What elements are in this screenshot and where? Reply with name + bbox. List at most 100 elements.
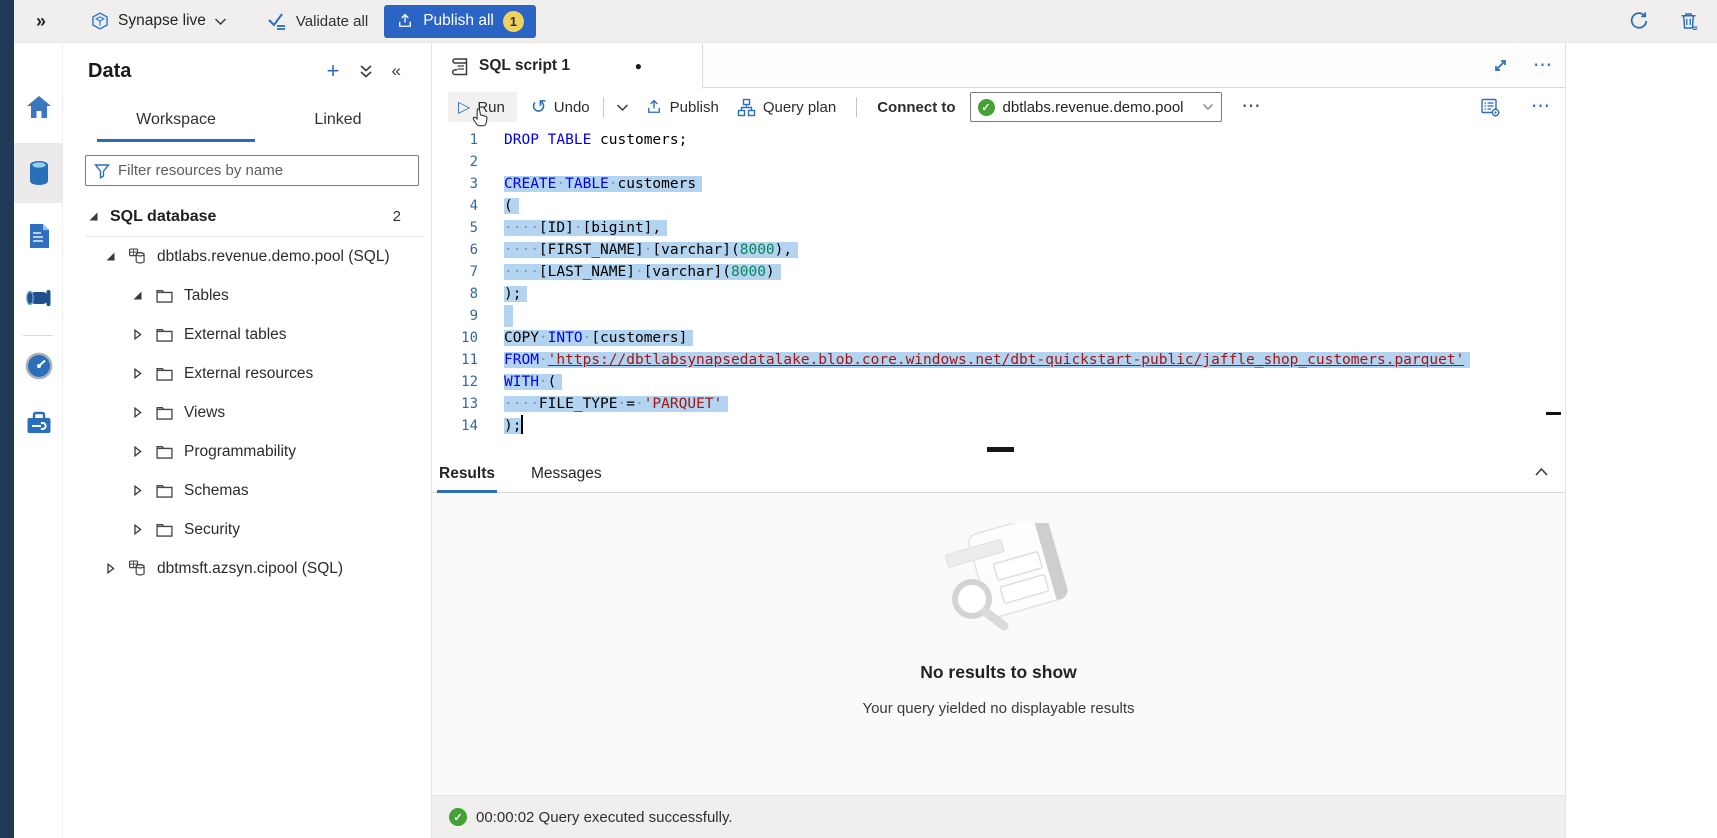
- tree-item-label: SQL database: [110, 208, 216, 226]
- code-line[interactable]: 10COPY·INTO·[customers]: [432, 327, 1565, 349]
- expander-open-icon[interactable]: [88, 211, 99, 222]
- tree-item-label: Programmability: [184, 443, 296, 461]
- expander-open-icon[interactable]: [132, 290, 143, 301]
- tree-item-dbtlabs-revenue-demo-pool-sql[interactable]: dbtlabs.revenue.demo.pool (SQL): [63, 237, 431, 276]
- pool-connected-check-icon: ✓: [978, 99, 995, 116]
- collapse-all-icon[interactable]: [359, 64, 373, 79]
- expander-closed-icon[interactable]: [132, 446, 143, 457]
- sidebar-item-monitor[interactable]: [14, 352, 63, 380]
- home-icon: [25, 94, 53, 120]
- filter-box: [85, 155, 419, 186]
- code-line[interactable]: 2: [432, 151, 1565, 173]
- synapse-live-icon: [90, 11, 110, 31]
- expander-closed-icon[interactable]: [132, 368, 143, 379]
- tab-messages[interactable]: Messages: [529, 456, 604, 493]
- topbar-right-icons: [1628, 10, 1699, 32]
- publish-all-button[interactable]: Publish all 1: [384, 5, 536, 38]
- expand-editor-icon[interactable]: [1492, 57, 1509, 74]
- tree-item-label: Views: [184, 404, 225, 422]
- validate-all-button[interactable]: Validate all: [267, 11, 368, 31]
- code-line[interactable]: 11FROM·'https://dbtlabsynapsedatalake.bl…: [432, 349, 1565, 371]
- toolbar-more-icon[interactable]: ⋯: [1242, 102, 1262, 112]
- tree-item-external-tables[interactable]: External tables: [63, 315, 431, 354]
- data-panel: Data + « Workspace Linked SQL database 2 d…: [63, 43, 432, 838]
- sidebar-item-home[interactable]: [14, 94, 63, 120]
- synapse-live-dropdown[interactable]: Synapse live: [90, 11, 227, 31]
- sidebar-item-integrate[interactable]: [14, 285, 63, 311]
- expander-closed-icon[interactable]: [132, 329, 143, 340]
- code-line[interactable]: 7····[LAST_NAME]·[varchar](8000): [432, 261, 1565, 283]
- validate-label: Validate all: [296, 13, 368, 30]
- tree-item-views[interactable]: Views: [63, 393, 431, 432]
- rail-divider: [23, 335, 53, 336]
- add-resource-icon[interactable]: +: [327, 62, 340, 80]
- code-line[interactable]: 4(: [432, 195, 1565, 217]
- filter-resources-input[interactable]: [118, 162, 410, 179]
- collapse-panel-icon[interactable]: «: [392, 61, 401, 81]
- line-number: 6: [432, 239, 478, 261]
- tree-item-dbtmsft-azsyn-cipool-sql[interactable]: dbtmsft.azsyn.cipool (SQL): [63, 549, 431, 588]
- panel-title: Data: [88, 60, 131, 83]
- tree-item-security[interactable]: Security: [63, 510, 431, 549]
- code-line[interactable]: 5····[ID]·[bigint],: [432, 217, 1565, 239]
- publish-button[interactable]: Publish: [645, 98, 719, 116]
- folder-icon: [154, 363, 175, 384]
- mode-label: Synapse live: [118, 12, 206, 30]
- code-line[interactable]: 8);: [432, 283, 1565, 305]
- sidebar-item-develop[interactable]: [14, 222, 63, 250]
- tree-item-programmability[interactable]: Programmability: [63, 432, 431, 471]
- resource-tree: SQL database 2 dbtlabs.revenue.demo.pool (…: [63, 197, 431, 588]
- tree-item-label: Tables: [184, 287, 229, 305]
- pool-name: dbtlabs.revenue.demo.pool: [1003, 99, 1194, 116]
- code-line[interactable]: 14);: [432, 415, 1565, 437]
- code-line[interactable]: 1DROP TABLE customers;: [432, 129, 1565, 151]
- discard-trash-icon[interactable]: [1678, 10, 1699, 32]
- tree-item-label: dbtmsft.azsyn.cipool (SQL): [157, 560, 343, 578]
- code-line[interactable]: 6····[FIRST_NAME]·[varchar](8000),: [432, 239, 1565, 261]
- run-button[interactable]: ▷ Run: [448, 92, 517, 122]
- tree-item-count: 2: [393, 208, 401, 225]
- connect-to-pool-dropdown[interactable]: ✓ dbtlabs.revenue.demo.pool: [970, 92, 1222, 122]
- editor-more-options-icon[interactable]: ⋯: [1531, 102, 1551, 112]
- tab-sql-script-1[interactable]: SQL script 1 ●: [432, 43, 703, 89]
- synapse-studio-app: » Synapse live Validate all Publish all …: [0, 0, 1717, 838]
- data-panel-header: Data + «: [63, 43, 431, 103]
- sidebar-item-manage[interactable]: [14, 410, 63, 436]
- tree-item-schemas[interactable]: Schemas: [63, 471, 431, 510]
- code-line[interactable]: 12WITH·(: [432, 371, 1565, 393]
- tree-item-label: dbtlabs.revenue.demo.pool (SQL): [157, 248, 390, 266]
- refresh-icon[interactable]: [1628, 10, 1650, 32]
- tree-item-external-resources[interactable]: External resources: [63, 354, 431, 393]
- sidebar-item-data[interactable]: [14, 143, 63, 203]
- expander-closed-icon[interactable]: [132, 524, 143, 535]
- tab-more-options-icon[interactable]: ⋯: [1533, 61, 1553, 71]
- tree-item-tables[interactable]: Tables: [63, 276, 431, 315]
- tab-workspace[interactable]: Workspace: [95, 105, 257, 142]
- run-options-chevron-icon[interactable]: [616, 103, 629, 112]
- expander-open-icon[interactable]: [105, 251, 116, 262]
- empty-results-title: No results to show: [432, 662, 1565, 683]
- code-line[interactable]: 9: [432, 305, 1565, 327]
- overview-ruler-cursor-mark: [1546, 412, 1561, 415]
- expander-closed-icon[interactable]: [132, 407, 143, 418]
- code-editor[interactable]: 1DROP TABLE customers;23CREATE·TABLE·cus…: [432, 126, 1565, 444]
- splitter-drag-handle[interactable]: [987, 447, 1014, 452]
- line-number: 5: [432, 217, 478, 239]
- query-status-bar: ✓ 00:00:02 Query executed successfully.: [432, 795, 1565, 838]
- collapse-results-chevron-icon[interactable]: [1534, 467, 1549, 477]
- tab-results[interactable]: Results: [437, 456, 497, 493]
- undo-button[interactable]: ↺ Undo: [531, 96, 590, 119]
- code-line[interactable]: 3CREATE·TABLE·customers: [432, 173, 1565, 195]
- folder-icon: [154, 402, 175, 423]
- publish-count-badge: 1: [503, 11, 524, 32]
- tree-item-label: External tables: [184, 326, 287, 344]
- query-plan-button[interactable]: Query plan: [737, 98, 836, 117]
- tab-linked[interactable]: Linked: [257, 105, 419, 142]
- tree-item-sql-database[interactable]: SQL database 2: [63, 197, 431, 236]
- publish-all-label: Publish all: [423, 12, 494, 30]
- expand-sidebar-icon[interactable]: »: [36, 11, 46, 32]
- view-settings-icon[interactable]: [1480, 97, 1501, 118]
- code-line[interactable]: 13····FILE_TYPE·=·'PARQUET': [432, 393, 1565, 415]
- expander-closed-icon[interactable]: [105, 563, 116, 574]
- expander-closed-icon[interactable]: [132, 485, 143, 496]
